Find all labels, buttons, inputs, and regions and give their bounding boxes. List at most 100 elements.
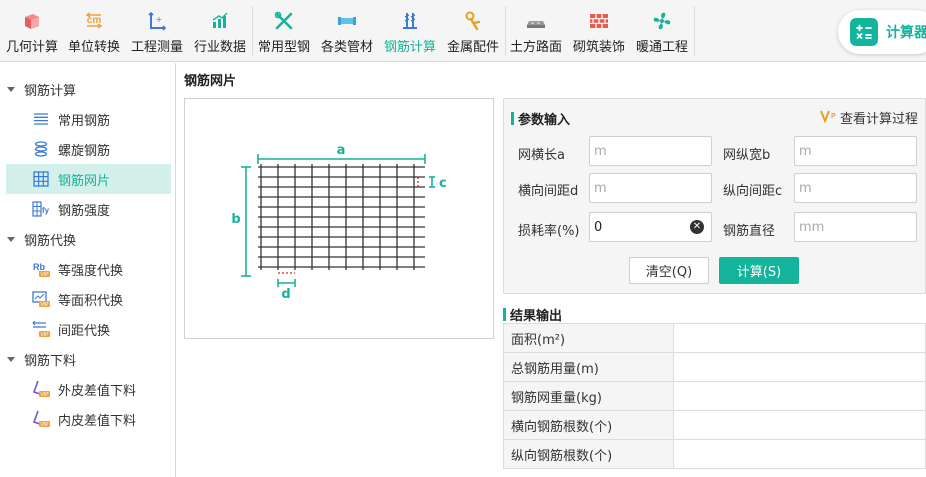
- bar-chart-icon: [209, 10, 231, 32]
- road-icon: [525, 10, 547, 32]
- svg-text:VIP: VIP: [40, 422, 49, 428]
- vip-icon: P: [820, 109, 836, 127]
- fan-icon: [651, 10, 673, 32]
- rb-vip-icon: Rb VIP: [32, 260, 50, 278]
- field-label-spacing-d: 横向间距d: [518, 184, 579, 199]
- result-label: 钢筋网重量(kg): [503, 381, 674, 411]
- section-marker: [503, 308, 506, 321]
- inner-bend-vip-icon: VIP: [32, 410, 50, 428]
- toolbar-item-geometry[interactable]: 几何计算: [4, 0, 60, 62]
- label-a: a: [337, 143, 346, 158]
- svg-text:VIP: VIP: [40, 272, 49, 278]
- svg-text:Rb: Rb: [33, 262, 45, 272]
- sidebar-group-rebar-calc[interactable]: 钢筋计算: [0, 76, 176, 102]
- field-label-rebar-diameter: 钢筋直径: [723, 224, 776, 239]
- result-value: [673, 352, 926, 382]
- sidebar-item-outer-bend[interactable]: VIP 外皮差值下料: [6, 374, 171, 404]
- table-row: 横向钢筋根数(个): [503, 410, 926, 440]
- field-label-loss-rate: 损耗率(%): [518, 224, 580, 239]
- measure-axis-icon: +: [146, 10, 168, 32]
- svg-text:VIP: VIP: [40, 332, 49, 338]
- sidebar: 钢筋计算 常用钢筋 螺旋钢筋 钢筋网片 fy 钢筋强度 钢筋代换 Rb VIP 等…: [0, 63, 176, 477]
- field-label-spacing-c: 纵向间距c: [723, 184, 783, 199]
- rebar-icon: [399, 10, 421, 32]
- lines-icon: [32, 110, 50, 128]
- toolbar-item-pipe[interactable]: 各类管材: [319, 0, 375, 62]
- calculate-button[interactable]: 计算(S): [719, 257, 799, 284]
- toolbar-item-hvac[interactable]: 暖通工程: [634, 0, 690, 62]
- svg-text:P: P: [831, 113, 836, 120]
- top-toolbar: 几何计算 cm 单位转换 + 工程测量 行业数据 常用型钢 各类管材 钢筋计算 …: [0, 0, 926, 62]
- result-label: 面积(m²): [503, 323, 674, 353]
- grid-icon: [32, 170, 50, 188]
- result-label: 总钢筋用量(m): [503, 352, 674, 382]
- result-label: 纵向钢筋根数(个): [503, 439, 674, 469]
- sidebar-item-spacing[interactable]: VIP 间距代换: [6, 314, 171, 344]
- sidebar-group-rebar-cutting[interactable]: 钢筋下料: [0, 346, 176, 372]
- result-value: [673, 381, 926, 411]
- result-value: [673, 410, 926, 440]
- rebar-diameter-input[interactable]: [794, 212, 917, 242]
- spacing-c-input[interactable]: [794, 173, 917, 203]
- toolbar-item-unit-convert[interactable]: cm 单位转换: [66, 0, 122, 62]
- svg-text:+: +: [156, 15, 163, 24]
- toolbar-separator: [505, 6, 506, 56]
- toolbar-item-rebar[interactable]: 钢筋计算: [382, 0, 438, 62]
- field-label-width-b: 网纵宽b: [723, 148, 771, 163]
- result-value: [673, 323, 926, 353]
- label-d: d: [281, 287, 290, 302]
- table-row: 面积(m²): [503, 323, 926, 353]
- table-row: 总钢筋用量(m): [503, 352, 926, 382]
- table-row: 纵向钢筋根数(个): [503, 439, 926, 469]
- unit-convert-icon: cm: [83, 10, 105, 32]
- calculator-icon: [850, 18, 878, 46]
- spacing-d-input[interactable]: [589, 173, 712, 203]
- sidebar-group-rebar-substitute[interactable]: 钢筋代换: [0, 226, 176, 252]
- sidebar-item-equal-strength[interactable]: Rb VIP 等强度代换: [6, 254, 171, 284]
- section-marker: [511, 112, 514, 125]
- sidebar-item-spiral-rebar[interactable]: 螺旋钢筋: [6, 134, 171, 164]
- sidebar-item-rebar-mesh[interactable]: 钢筋网片: [6, 164, 171, 194]
- result-table: 面积(m²) 总钢筋用量(m) 钢筋网重量(kg) 横向钢筋根数(个) 纵向钢筋…: [503, 323, 926, 469]
- result-label: 横向钢筋根数(个): [503, 410, 674, 440]
- caret-down-icon: [7, 236, 15, 242]
- pipe-icon: [336, 10, 358, 32]
- svg-text:fy: fy: [42, 206, 50, 215]
- outer-bend-vip-icon: VIP: [32, 380, 50, 398]
- svg-text:VIP: VIP: [40, 302, 49, 308]
- result-section-header: 结果输出: [503, 305, 562, 324]
- label-b: b: [231, 212, 240, 227]
- wrench-icon: [273, 10, 295, 32]
- toolbar-item-industry-data[interactable]: 行业数据: [192, 0, 248, 62]
- area-vip-icon: VIP: [32, 290, 50, 308]
- label-c: c: [439, 176, 447, 191]
- sidebar-item-equal-area[interactable]: VIP 等面积代换: [6, 284, 171, 314]
- strength-fy-icon: fy: [32, 200, 50, 218]
- length-a-input[interactable]: [589, 136, 712, 166]
- table-row: 钢筋网重量(kg): [503, 381, 926, 411]
- field-label-length-a: 网横长a: [518, 148, 565, 163]
- sidebar-item-rebar-strength[interactable]: fy 钢筋强度: [6, 194, 171, 224]
- toolbar-item-earthwork[interactable]: 土方路面: [508, 0, 564, 62]
- cube-icon: [21, 10, 43, 32]
- page-title: 钢筋网片: [184, 74, 237, 89]
- clear-input-icon[interactable]: ✕: [690, 220, 704, 234]
- toolbar-item-metal-fitting[interactable]: 金属配件: [445, 0, 501, 62]
- view-process-link[interactable]: P 查看计算过程: [820, 108, 918, 127]
- brick-wall-icon: [588, 10, 610, 32]
- rebar-mesh-illustration: a b c d: [231, 143, 447, 302]
- caret-down-icon: [7, 86, 15, 92]
- width-b-input[interactable]: [794, 136, 917, 166]
- mesh-lines: [258, 164, 425, 270]
- toolbar-item-steel-section[interactable]: 常用型钢: [256, 0, 312, 62]
- sidebar-item-inner-bend[interactable]: VIP 内皮差值下料: [6, 404, 171, 434]
- spacing-vip-icon: VIP: [32, 320, 50, 338]
- result-value: [673, 439, 926, 469]
- svg-text:VIP: VIP: [40, 392, 49, 398]
- toolbar-item-masonry[interactable]: 砌筑装饰: [571, 0, 627, 62]
- sidebar-item-common-rebar[interactable]: 常用钢筋: [6, 104, 171, 134]
- toolbar-item-survey[interactable]: + 工程测量: [129, 0, 185, 62]
- clear-button[interactable]: 清空(Q): [629, 257, 709, 284]
- param-section-header: 参数输入: [511, 109, 570, 128]
- calculator-button[interactable]: 计算器: [838, 10, 926, 54]
